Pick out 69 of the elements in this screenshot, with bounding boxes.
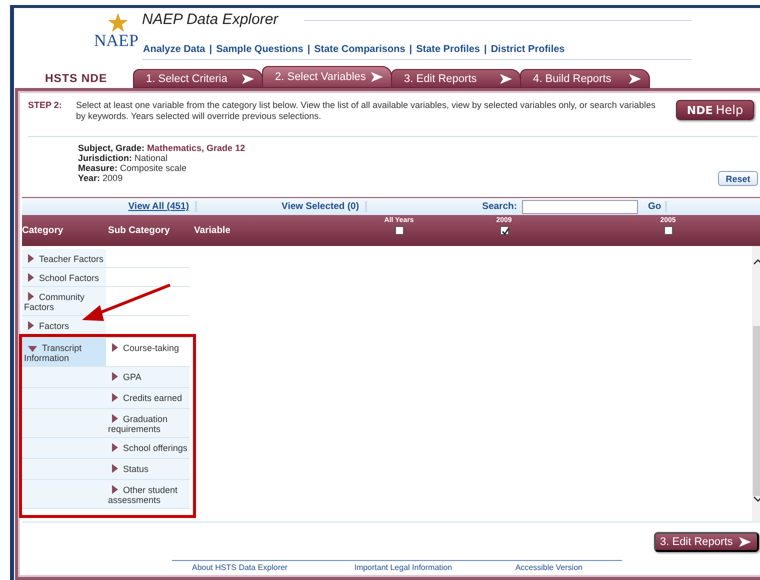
expand-icon [28, 273, 34, 282]
search-field[interactable] [522, 200, 638, 214]
view-all-link[interactable]: View All (451) [22, 201, 197, 212]
arrow-icon [739, 537, 751, 547]
logo-text: NAEP [94, 31, 138, 51]
criteria-line: Subject, Grade: Mathematics, Grade 12 [78, 143, 246, 153]
arrow-icon [371, 72, 383, 82]
subcategory-item[interactable]: Other student assessments [106, 480, 190, 508]
chevron-up-icon [753, 258, 760, 265]
arrow-icon [629, 74, 641, 84]
step-tab[interactable]: 3. Edit Reports [391, 69, 521, 88]
column-header: Sub Category [107, 224, 171, 238]
arrow-icon [242, 74, 254, 84]
separator: | [209, 44, 212, 55]
expand-icon [112, 372, 118, 381]
category-item[interactable]: School Factors [22, 268, 106, 286]
subcategory-item[interactable]: Credits earned [106, 388, 190, 408]
collapse-icon [28, 346, 37, 352]
chevron-down-icon [753, 496, 760, 503]
criteria-line: Year: 2009 [78, 173, 124, 183]
reset-button[interactable]: Reset [718, 171, 758, 186]
subcategory-item[interactable]: GPA [106, 367, 190, 387]
step-instructions: Select at least one variable from the category list below. View the list of all available variables, view by selected variables only, or search variables by keywords. Years selected will override previous selections. [76, 100, 656, 123]
nav-link[interactable]: Analyze Data [143, 44, 206, 55]
column-header: Category [22, 224, 64, 238]
expand-icon [112, 343, 118, 352]
expand-icon [112, 485, 118, 494]
expand-icon [28, 292, 34, 301]
criteria-line: Measure: Composite scale [78, 163, 188, 173]
separator: | [484, 44, 487, 55]
footer-link[interactable]: Accessible Version [515, 563, 622, 572]
next-step-button[interactable]: 3. Edit Reports [654, 532, 759, 552]
nav-link[interactable]: Sample Questions [216, 44, 304, 55]
expand-icon [112, 443, 118, 452]
step-tab[interactable]: 4. Build Reports [520, 69, 650, 88]
help-button[interactable]: NDE Help [676, 100, 754, 120]
step-label: STEP 2: [28, 100, 63, 112]
column-header: Variable [193, 224, 232, 238]
star-icon [108, 13, 128, 33]
expand-icon [28, 254, 34, 263]
expand-icon [112, 464, 118, 473]
app-title: NAEP Data Explorer [142, 11, 278, 28]
view-selected-link[interactable]: View Selected (0) [197, 201, 367, 212]
nav-link[interactable]: District Profiles [490, 44, 565, 55]
year-checkbox[interactable] [394, 226, 404, 235]
step-tab[interactable]: 1. Select Criteria [133, 69, 263, 88]
go-button[interactable]: Go [644, 201, 668, 212]
subcategory-item[interactable]: Graduation requirements [106, 409, 190, 437]
expand-icon [28, 321, 34, 330]
category-item[interactable]: Transcript Information [22, 338, 106, 366]
category-item[interactable]: Community Factors [22, 287, 106, 315]
year-checkbox[interactable] [500, 226, 508, 235]
subcategory-item[interactable]: Status [106, 459, 190, 479]
criteria-line: Jurisdiction: National [78, 153, 169, 163]
footer-link[interactable]: About HSTS Data Explorer [192, 563, 334, 572]
nav-link[interactable]: State Profiles [416, 44, 480, 55]
category-item[interactable]: Teacher Factors [22, 249, 106, 267]
search-label: Search: [481, 201, 518, 212]
subcategory-item[interactable]: School offerings [106, 438, 190, 458]
arrow-icon [500, 74, 512, 84]
footer-link[interactable]: Important Legal Information [354, 563, 506, 572]
year-checkbox[interactable] [664, 226, 672, 235]
separator: | [307, 44, 310, 55]
step-tab[interactable]: 2. Select Variables [262, 66, 392, 88]
app-label: HSTS NDE [44, 73, 108, 87]
expand-icon [112, 393, 118, 402]
expand-icon [112, 414, 118, 423]
separator: | [409, 44, 412, 55]
nav-link[interactable]: State Comparisons [314, 44, 406, 55]
